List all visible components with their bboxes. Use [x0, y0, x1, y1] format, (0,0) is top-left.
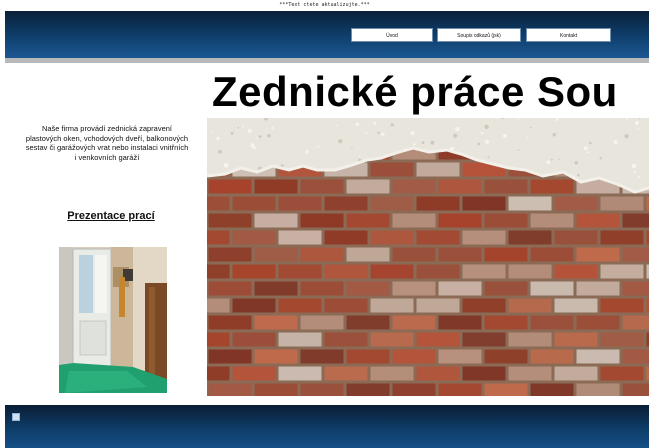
header-divider: [5, 58, 649, 63]
top-notice: ***Text ctete aktualizujte.***: [279, 2, 370, 8]
page: ***Text ctete aktualizujte.*** Úvod Soup…: [0, 0, 649, 448]
intro-text: Naše firma provádí zednická zapravení pl…: [25, 124, 189, 162]
gallery-link[interactable]: Prezentace prací: [25, 210, 197, 222]
nav-button-uvod[interactable]: Úvod: [351, 28, 433, 42]
footer-square-icon: [12, 413, 20, 421]
hero-brick-wall-image: [207, 118, 649, 396]
nav-button-kontakt[interactable]: Kontakt: [526, 28, 611, 42]
nav-button-soupis[interactable]: Soupis odkazů (jsk): [437, 28, 521, 42]
page-title: Zednické práce Sou: [212, 68, 618, 115]
gallery-thumbnail-image[interactable]: [59, 247, 167, 393]
footer-bar: [5, 405, 649, 448]
